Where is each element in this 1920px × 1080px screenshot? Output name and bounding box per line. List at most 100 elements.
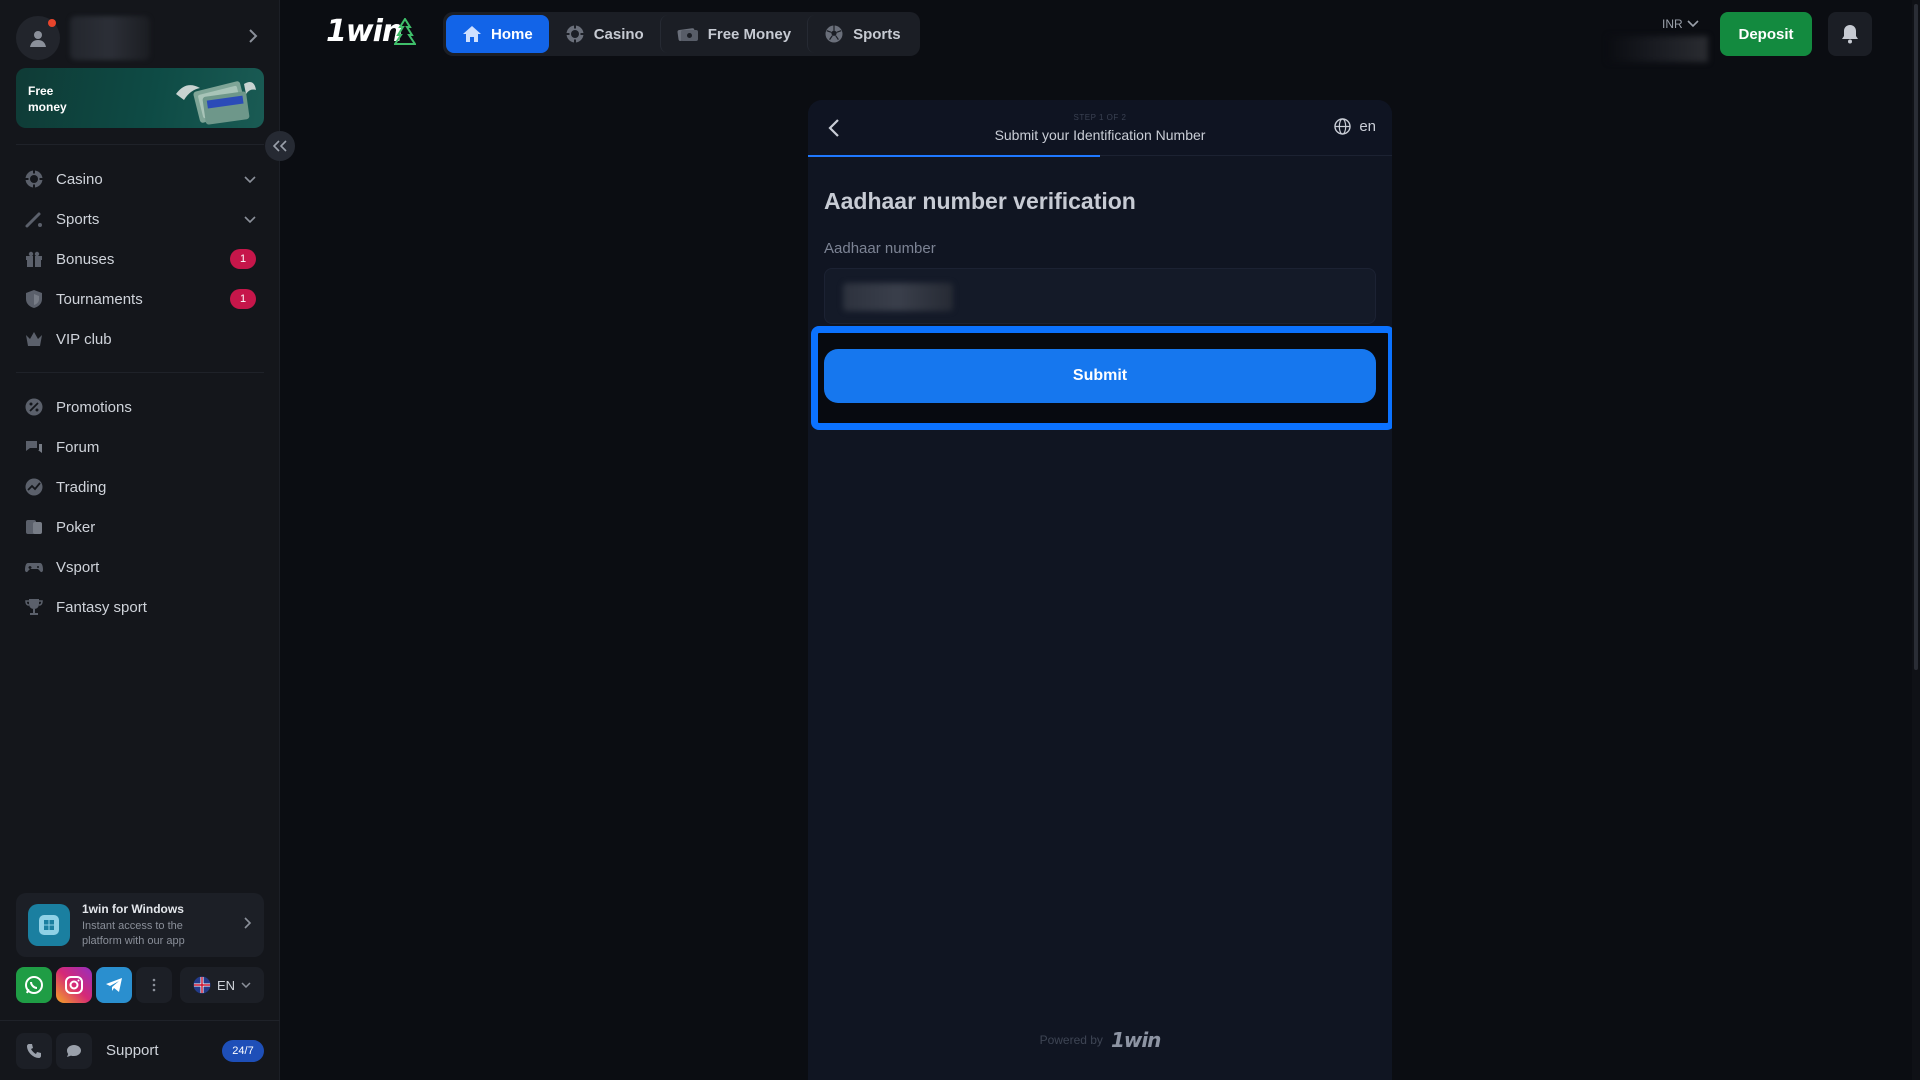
primary-nav: Casino Sports Bonuses 1 Tournaments 1 VI… (16, 159, 264, 359)
chat-icon[interactable] (56, 1032, 92, 1069)
secondary-nav: Promotions Forum Trading Poker Vsport Fa… (16, 387, 264, 627)
page-scrollbar[interactable] (1912, 0, 1920, 1080)
casino-chip-icon (24, 169, 44, 189)
sports-icon (24, 209, 44, 229)
support-label[interactable]: Support (106, 1042, 159, 1059)
sidebar-item-forum[interactable]: Forum (16, 427, 264, 467)
sidebar-item-label: Vsport (56, 558, 100, 576)
currency-selector[interactable]: INR (1662, 17, 1699, 31)
casino-chip-icon (566, 25, 584, 43)
currency-label: INR (1662, 17, 1683, 31)
more-options-icon[interactable] (136, 967, 172, 1003)
submit-button[interactable]: Submit (824, 349, 1376, 403)
sidebar-item-vip-club[interactable]: VIP club (16, 319, 264, 359)
telegram-icon[interactable] (96, 967, 132, 1003)
phone-icon[interactable] (16, 1032, 52, 1069)
sidebar-item-bonuses[interactable]: Bonuses 1 (16, 239, 264, 279)
user-profile-row[interactable] (16, 16, 264, 60)
sidebar-item-casino[interactable]: Casino (16, 159, 264, 199)
modal-title: Submit your Identification Number (994, 127, 1206, 143)
windows-icon (28, 904, 70, 946)
top-navigation: Home Casino Free Money Sports (443, 12, 920, 56)
globe-icon (1334, 118, 1352, 135)
soccer-ball-icon (825, 25, 843, 43)
double-chevron-left-icon (273, 140, 287, 152)
aadhaar-number-input[interactable] (824, 268, 1376, 324)
instagram-icon[interactable] (56, 967, 92, 1003)
chevron-right-icon (244, 916, 252, 934)
christmas-tree-icon (394, 18, 416, 45)
chart-icon (24, 477, 44, 497)
tab-label: Home (491, 25, 533, 43)
aadhaar-value-redacted (843, 283, 953, 311)
sidebar-item-label: Poker (56, 518, 96, 536)
tab-label: Free Money (707, 25, 792, 43)
bonuses-count-badge: 1 (230, 249, 256, 269)
shield-icon (24, 289, 44, 309)
uk-flag-icon (193, 976, 211, 994)
sidebar-item-promotions[interactable]: Promotions (16, 387, 264, 427)
chevron-down-icon[interactable] (244, 211, 256, 228)
sidebar-item-fantasy-sport[interactable]: Fantasy sport (16, 587, 264, 627)
tab-label: Casino (593, 25, 644, 43)
sidebar-item-label: Casino (56, 170, 103, 188)
whatsapp-icon[interactable] (16, 967, 52, 1003)
divider (16, 372, 264, 373)
sidebar-item-poker[interactable]: Poker (16, 507, 264, 547)
sidebar-item-sports[interactable]: Sports (16, 199, 264, 239)
chat-bubbles-icon (24, 437, 44, 457)
tab-sports[interactable]: Sports (807, 15, 917, 53)
free-money-banner[interactable]: Free money (16, 68, 264, 128)
sidebar-item-label: Forum (56, 438, 100, 456)
app-card-title: 1win for Windows (82, 901, 184, 916)
language-selector[interactable]: EN (180, 967, 264, 1003)
deposit-button[interactable]: Deposit (1720, 12, 1812, 56)
tab-label: Sports (853, 25, 901, 43)
sidebar-item-label: VIP club (56, 330, 112, 348)
cash-icon (677, 28, 698, 41)
avatar[interactable] (16, 16, 60, 60)
notification-dot (48, 19, 56, 27)
tab-casino[interactable]: Casino (549, 15, 660, 53)
gamepad-icon (24, 557, 44, 577)
percent-icon (24, 397, 44, 417)
app-card-subtitle: Instant access to the platform with our … (82, 919, 185, 947)
chevron-down-icon (1687, 20, 1699, 28)
brand-logo[interactable]: 1win (326, 14, 403, 49)
flying-money-icon (176, 81, 256, 125)
powered-by-footer: Powered by 1win (808, 1028, 1392, 1052)
bell-icon (1842, 25, 1858, 44)
sidebar-item-tournaments[interactable]: Tournaments 1 (16, 279, 264, 319)
powered-by-label: Powered by (1039, 1033, 1103, 1047)
modal-header: STEP 1 OF 2 Submit your Identification N… (808, 100, 1392, 156)
support-row: Support 24/7 (0, 1020, 280, 1080)
tab-free-money[interactable]: Free Money (659, 15, 807, 53)
sidebar-item-vsport[interactable]: Vsport (16, 547, 264, 587)
cards-icon (24, 517, 44, 537)
powered-by-logo: 1win (1110, 1028, 1161, 1052)
chevron-down-icon (241, 982, 251, 988)
step-progress-bar (808, 155, 1100, 157)
trophy-icon (24, 597, 44, 617)
sidebar-item-trading[interactable]: Trading (16, 467, 264, 507)
scrollbar-thumb[interactable] (1914, 4, 1918, 670)
crown-icon (24, 329, 44, 349)
sidebar-item-label: Trading (56, 478, 107, 496)
balance-redacted (1608, 36, 1708, 62)
modal-language-selector[interactable]: en (1334, 118, 1376, 135)
collapse-sidebar-button[interactable] (265, 131, 295, 161)
tab-home[interactable]: Home (446, 15, 549, 53)
tournaments-count-badge: 1 (230, 289, 256, 309)
chevron-down-icon[interactable] (244, 171, 256, 188)
sidebar-item-label: Fantasy sport (56, 598, 147, 616)
user-icon (30, 31, 46, 47)
chevron-right-icon[interactable] (248, 28, 258, 49)
free-money-label: Free money (28, 84, 67, 114)
support-hours-badge: 24/7 (222, 1039, 264, 1062)
step-indicator: STEP 1 OF 2 (1073, 113, 1127, 122)
username-redacted (70, 16, 150, 60)
sidebar-item-label: Promotions (56, 398, 132, 416)
home-icon (463, 26, 481, 42)
notifications-button[interactable] (1828, 12, 1872, 56)
windows-app-card[interactable]: 1win for Windows Instant access to the p… (16, 893, 264, 957)
